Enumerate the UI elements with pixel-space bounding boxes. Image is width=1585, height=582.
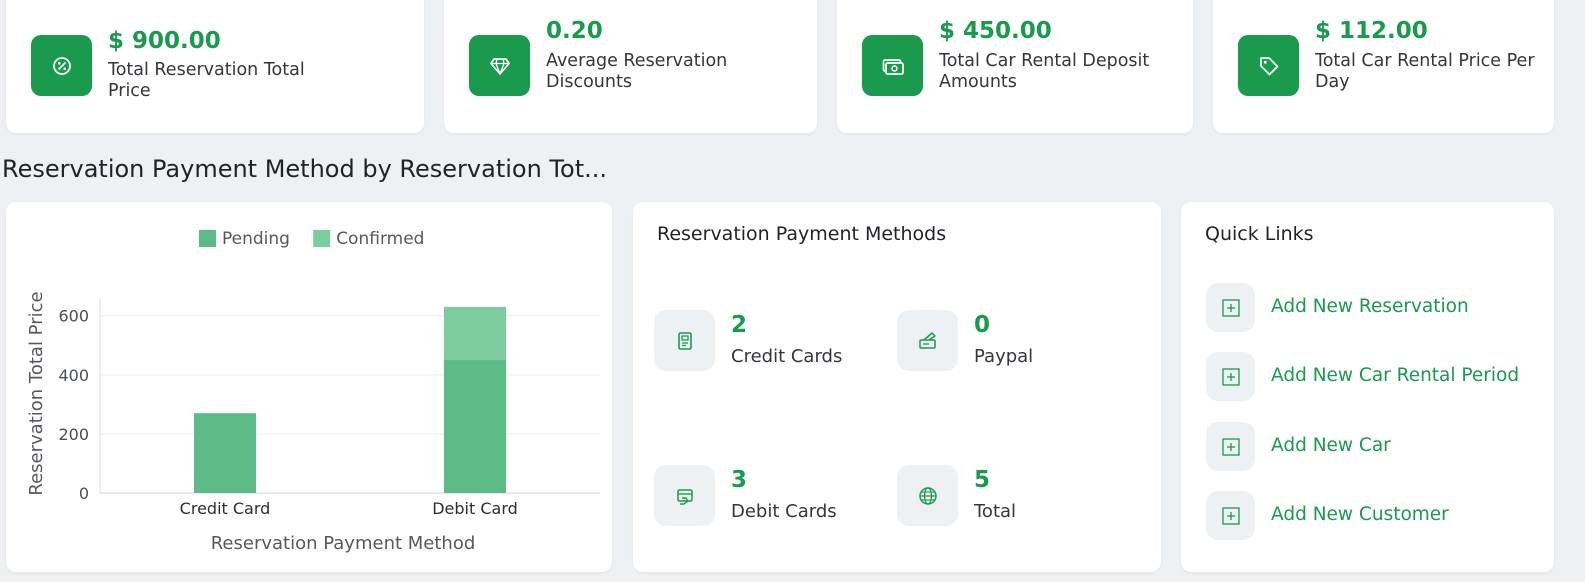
plus-square-icon	[1206, 491, 1255, 540]
y-tick-label: 0	[79, 484, 89, 503]
legend-label-confirmed: Confirmed	[336, 229, 424, 249]
quick-links-card: Quick Links Add New Reservation Add New …	[1181, 202, 1554, 572]
x-axis-label: Reservation Payment Method	[211, 533, 476, 554]
y-tick-label: 400	[58, 366, 89, 385]
payment-method-total: 5 Total	[897, 465, 1127, 529]
quick-link-add-new-car-rental-period[interactable]: Add New Car Rental Period	[1206, 352, 1536, 402]
payment-method-count: 5	[974, 467, 991, 493]
plus-square-icon	[1206, 422, 1255, 471]
tag-icon	[1238, 35, 1299, 96]
bar-pending	[194, 413, 256, 493]
bar-pending	[444, 360, 506, 493]
legend-swatch-pending	[199, 230, 216, 247]
kpi-card-total-price: $ 900.00 Total Reservation Total Price	[6, 0, 424, 133]
legend-swatch-confirmed	[313, 230, 331, 247]
bar-confirmed	[444, 306, 506, 361]
kpi-card-average-discounts: 0.20 Average Reservation Discounts	[444, 0, 817, 133]
plus-square-icon	[1206, 352, 1255, 401]
y-axis-label: Reservation Total Price	[26, 291, 47, 495]
payment-method-count: 0	[974, 312, 991, 338]
kpi-label: Average Reservation Discounts	[546, 51, 728, 92]
payment-method-label: Debit Cards	[731, 501, 837, 522]
payment-methods-card: Reservation Payment Methods 2 Credit Car…	[633, 202, 1161, 572]
y-tick-label: 200	[58, 425, 89, 444]
legend-label-pending: Pending	[222, 229, 290, 249]
kpi-value: $ 112.00	[1315, 18, 1428, 44]
payment-method-credit-cards: 2 Credit Cards	[654, 310, 884, 374]
kpi-card-deposit-amounts: $ 450.00 Total Car Rental Deposit Amount…	[837, 0, 1193, 133]
quick-link-label[interactable]: Add New Reservation	[1271, 296, 1469, 317]
x-tick-label: Debit Card	[432, 499, 518, 518]
money-icon	[862, 35, 923, 96]
kpi-value: 0.20	[546, 18, 603, 44]
kpi-value: $ 900.00	[108, 28, 221, 54]
diamond-icon	[469, 35, 530, 96]
payment-method-paypal: 0 Paypal	[897, 310, 1127, 374]
x-tick-label: Credit Card	[180, 499, 271, 518]
quick-link-add-new-customer[interactable]: Add New Customer	[1206, 491, 1536, 541]
paypal-icon	[897, 310, 958, 371]
kpi-value: $ 450.00	[939, 18, 1052, 44]
payment-method-count: 2	[731, 312, 748, 338]
plus-square-icon	[1206, 283, 1255, 332]
globe-icon	[897, 465, 958, 526]
quick-link-add-new-reservation[interactable]: Add New Reservation	[1206, 283, 1536, 333]
kpi-label: Total Reservation Total Price	[108, 60, 305, 101]
payment-method-label: Paypal	[974, 346, 1034, 367]
y-tick-label: 600	[58, 307, 89, 326]
quick-link-label[interactable]: Add New Car	[1271, 435, 1391, 456]
kpi-card-price-per-day: $ 112.00 Total Car Rental Price Per Day	[1213, 0, 1554, 133]
payment-method-label: Total	[974, 501, 1017, 522]
payment-method-label: Credit Cards	[731, 346, 843, 367]
quick-link-add-new-car[interactable]: Add New Car	[1206, 422, 1536, 472]
panel-title: Reservation Payment Methods	[657, 223, 947, 245]
chart-card: 0 200 400 600 Credit Card Debit Card Reservati…	[6, 202, 612, 572]
payment-method-count: 3	[731, 467, 748, 493]
stacked-bar-chart: 0 200 400 600 Credit Card Debit Card Reservati…	[26, 229, 600, 554]
payment-method-debit-cards: 3 Debit Cards	[654, 465, 884, 529]
quick-link-label[interactable]: Add New Car Rental Period	[1271, 365, 1519, 386]
kpi-label: Total Car Rental Deposit Amounts	[939, 51, 1150, 92]
panel-title: Quick Links	[1205, 223, 1314, 245]
debit-card-icon	[654, 465, 715, 526]
quick-link-label[interactable]: Add New Customer	[1271, 504, 1449, 525]
section-title: Reservation Payment Method by Reservatio…	[2, 155, 607, 183]
percent-badge-icon	[31, 35, 92, 96]
credit-card-icon	[654, 310, 715, 371]
kpi-label: Total Car Rental Price Per Day	[1315, 51, 1535, 92]
